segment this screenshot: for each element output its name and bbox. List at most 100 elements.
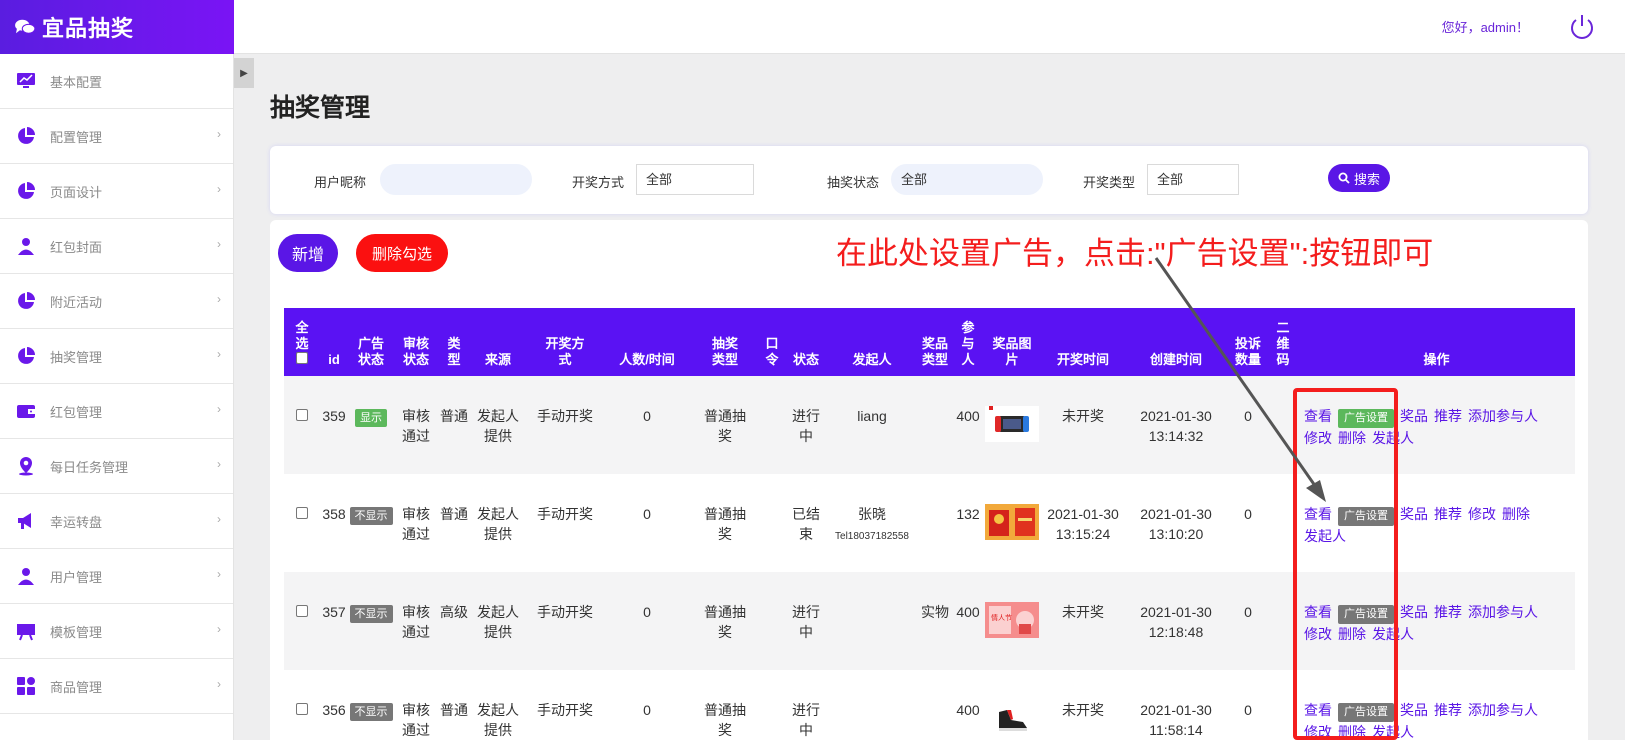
add-button[interactable]: 新增: [278, 234, 338, 272]
op-link[interactable]: 奖品: [1400, 702, 1428, 718]
source-value: 发起人提供: [477, 506, 519, 542]
op-link[interactable]: 添加参与人: [1468, 604, 1538, 620]
cell-prize-type: [916, 474, 954, 572]
location-user-icon: [16, 456, 36, 476]
cell-qrcode: [1268, 474, 1298, 572]
th-prize-image-label: 奖品图片: [992, 336, 1032, 367]
delete-selected-button[interactable]: 删除勾选: [356, 234, 448, 272]
op-link[interactable]: 推荐: [1434, 702, 1462, 718]
view-link[interactable]: 查看: [1304, 702, 1332, 718]
red-envelope-image[interactable]: [985, 504, 1039, 543]
op-link[interactable]: 添加参与人: [1468, 702, 1538, 718]
sidebar-item[interactable]: 抽奖管理 ›: [0, 329, 233, 384]
power-icon[interactable]: [1567, 12, 1597, 42]
lottery-type-value: 普通抽奖: [704, 408, 746, 444]
sidebar-collapse-toggle[interactable]: ▶: [234, 58, 254, 88]
th-lottery-type: 抽奖类型: [690, 308, 760, 376]
op-link[interactable]: 奖品: [1400, 506, 1428, 522]
select-all-checkbox[interactable]: [296, 352, 308, 364]
sidebar-item[interactable]: 红包封面 ›: [0, 219, 233, 274]
ad-settings-button[interactable]: 广告设置: [1338, 507, 1394, 526]
cell-review: 审核通过: [394, 474, 438, 572]
sidebar-item[interactable]: 用户管理 ›: [0, 549, 233, 604]
row-checkbox[interactable]: [296, 605, 308, 617]
sidebar-item[interactable]: 红包管理 ›: [0, 384, 233, 439]
view-link[interactable]: 查看: [1304, 408, 1332, 424]
sidebar-item[interactable]: 幸运转盘 ›: [0, 494, 233, 549]
th-type-label: 类型: [447, 336, 461, 367]
search-button[interactable]: 搜索: [1328, 164, 1390, 192]
board-icon: [16, 621, 36, 641]
op-link[interactable]: 推荐: [1434, 408, 1462, 424]
cell-id: 356: [320, 670, 348, 740]
th-review-status: 审核状态: [394, 308, 438, 376]
ad-status-badge: 显示: [355, 409, 387, 427]
game-console-image[interactable]: [985, 406, 1039, 445]
ad-settings-button[interactable]: 广告设置: [1338, 703, 1394, 722]
cell-complaints: 0: [1228, 572, 1268, 670]
sidebar-item[interactable]: 基本配置: [0, 54, 233, 109]
sidebar-item[interactable]: 页面设计 ›: [0, 164, 233, 219]
op-link[interactable]: 删除: [1502, 506, 1530, 522]
review-status: 审核通过: [402, 408, 430, 444]
view-link[interactable]: 查看: [1304, 506, 1332, 522]
op-link[interactable]: 修改: [1468, 506, 1496, 522]
sidebar-item[interactable]: 附近活动 ›: [0, 274, 233, 329]
cell-created: 2021-01-30 13:10:20: [1124, 474, 1228, 572]
op-link[interactable]: 发起人: [1372, 430, 1414, 446]
megaphone-icon: [16, 511, 36, 531]
chevron-right-icon: ›: [217, 512, 221, 526]
nickname-input[interactable]: [380, 164, 532, 195]
sidebar-item[interactable]: 每日任务管理 ›: [0, 439, 233, 494]
sidebar-item[interactable]: 商品管理 ›: [0, 659, 233, 714]
user-greeting[interactable]: 您好，admin！: [1442, 17, 1529, 36]
op-link[interactable]: 修改: [1304, 430, 1332, 446]
chevron-right-icon: ›: [217, 457, 221, 471]
sidebar-item-label: 幸运转盘: [50, 514, 103, 530]
op-link[interactable]: 奖品: [1400, 604, 1428, 620]
sidebar-item-label: 配置管理: [50, 129, 103, 145]
cell-source: 发起人提供: [470, 376, 526, 474]
table-row: 356 不显示 审核通过 普通 发起人提供 手动开奖 0 普通抽奖 进行中 400 未开奖 2021-…: [284, 670, 1575, 740]
op-link[interactable]: 删除: [1338, 430, 1366, 446]
row-checkbox[interactable]: [296, 703, 308, 715]
op-link[interactable]: 删除: [1338, 724, 1366, 740]
sneaker-image[interactable]: [985, 700, 1039, 739]
sidebar-item[interactable]: 配置管理 ›: [0, 109, 233, 164]
cell-people-time: 0: [604, 572, 690, 670]
row-checkbox[interactable]: [296, 507, 308, 519]
ad-settings-button[interactable]: 广告设置: [1338, 409, 1394, 428]
cell-prize-image: [982, 670, 1042, 740]
op-link[interactable]: 修改: [1304, 626, 1332, 642]
th-complaints: 投诉数量: [1228, 308, 1268, 376]
pink-card-image[interactable]: 情人节: [985, 602, 1039, 641]
row-checkbox[interactable]: [296, 409, 308, 421]
row-id: 356: [322, 702, 346, 718]
draw-type-label: 开奖类型: [1083, 175, 1136, 190]
op-link[interactable]: 删除: [1338, 626, 1366, 642]
pie-chart-icon: [16, 181, 36, 201]
op-link[interactable]: 修改: [1304, 724, 1332, 740]
status-select[interactable]: 全部: [891, 164, 1043, 195]
ad-settings-button[interactable]: 广告设置: [1338, 605, 1394, 624]
op-link[interactable]: 添加参与人: [1468, 408, 1538, 424]
status-label: 抽奖状态: [827, 175, 880, 190]
th-password-label: 口令: [765, 336, 779, 367]
sidebar-item-label: 商品管理: [50, 679, 103, 695]
draw-type-select[interactable]: 全部: [1147, 164, 1239, 195]
op-link[interactable]: 推荐: [1434, 506, 1462, 522]
th-initiator: 发起人: [828, 308, 916, 376]
lottery-type-value: 普通抽奖: [704, 604, 746, 640]
op-link[interactable]: 发起人: [1372, 626, 1414, 642]
cell-type: 高级: [438, 572, 470, 670]
draw-method-select[interactable]: 全部: [636, 164, 754, 195]
sidebar-item[interactable]: 模板管理 ›: [0, 604, 233, 659]
op-link[interactable]: 发起人: [1372, 724, 1414, 740]
op-link[interactable]: 发起人: [1304, 528, 1346, 544]
op-link[interactable]: 推荐: [1434, 604, 1462, 620]
view-link[interactable]: 查看: [1304, 604, 1332, 620]
cell-password: [760, 376, 784, 474]
apps-icon: [16, 676, 36, 696]
op-link[interactable]: 奖品: [1400, 408, 1428, 424]
people-time-value: 0: [643, 604, 651, 620]
